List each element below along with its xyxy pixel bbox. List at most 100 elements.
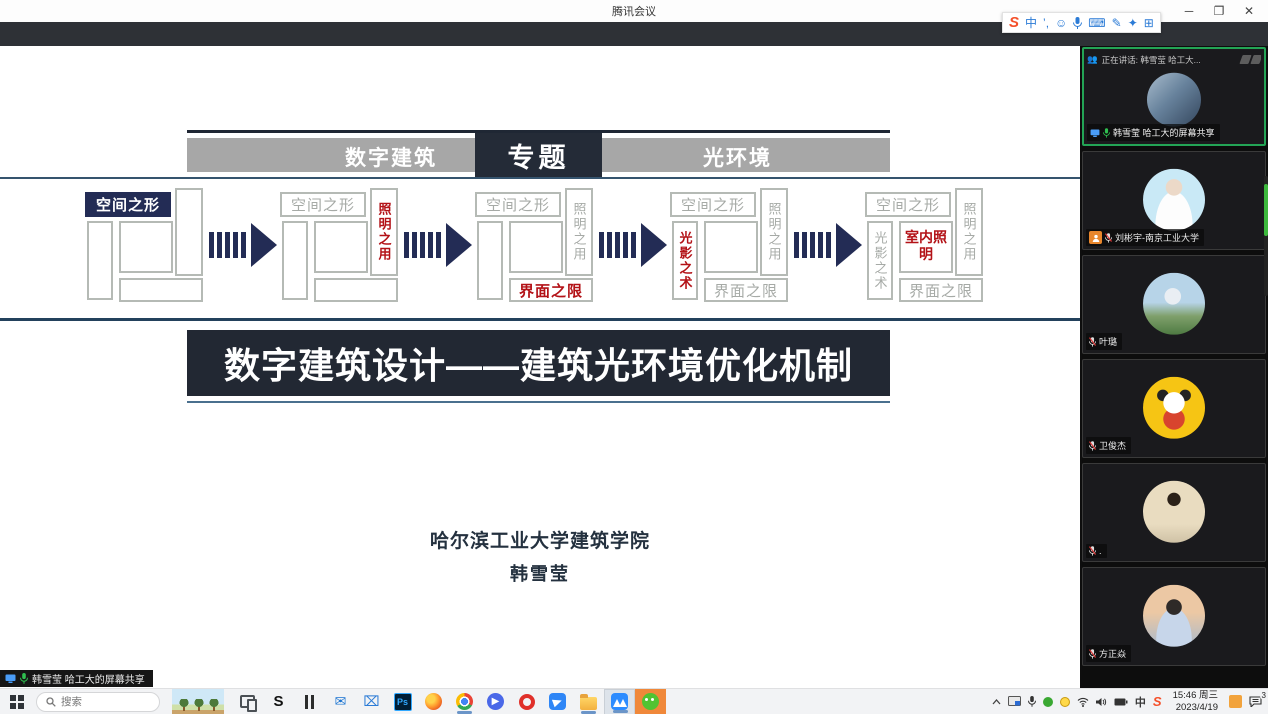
box-lighting-use: 照明之用 (370, 188, 398, 276)
emoji-icon[interactable]: ☺ (1055, 17, 1067, 29)
tray-mic-icon[interactable] (1028, 696, 1036, 707)
participant-name: 方正焱 (1099, 647, 1126, 660)
clock-date: 2023/4/19 (1173, 702, 1218, 714)
mic-muted-icon (1089, 546, 1096, 556)
app-this-pc[interactable]: ⌧ (356, 689, 387, 714)
tab-digital-architecture: 数字建筑 (345, 142, 437, 172)
flow-arrow (404, 223, 472, 267)
punctuation-toggle-icon[interactable]: ’, (1043, 17, 1049, 29)
tray-battery-icon[interactable] (1114, 698, 1128, 706)
thunder-icon: ▶ (487, 693, 504, 710)
tab-special-topic-active: 专题 (475, 133, 602, 178)
app-tim[interactable] (542, 689, 573, 714)
app-opera[interactable] (511, 689, 542, 714)
tab-light-environment: 光环境 (703, 142, 772, 172)
app-chrome[interactable] (449, 689, 480, 714)
meeting-logo-icon (1241, 55, 1261, 64)
diagram-stage-2: 空间之形 照明之用 (280, 188, 400, 302)
notification-center-icon[interactable]: 3 (1249, 696, 1262, 707)
participant-name: . (1099, 546, 1102, 556)
tray-volume-icon[interactable] (1096, 697, 1107, 707)
box-empty (477, 221, 503, 300)
minimize-button[interactable]: ─ (1174, 0, 1204, 22)
participant-name: 卫俊杰 (1099, 439, 1126, 452)
task-view-icon (240, 695, 255, 708)
voice-input-icon[interactable] (1073, 17, 1082, 29)
box-interface-limit: 界面之限 (509, 278, 593, 302)
participant-tile[interactable]: 卫俊杰 (1082, 359, 1266, 458)
participant-tile[interactable]: 刘彬宇-南京工业大学 (1082, 151, 1266, 250)
box-space-form: 空间之形 (280, 192, 366, 217)
app-thunder[interactable]: ▶ (480, 689, 511, 714)
tray-ime-lang-icon[interactable]: 中 (1135, 694, 1146, 710)
soft-keyboard-icon[interactable]: ⌨ (1088, 17, 1105, 29)
slide-title: 数字建筑设计——建筑光环境优化机制 (224, 337, 853, 389)
app-wechat[interactable] (635, 689, 666, 714)
app-tencent-meeting[interactable] (604, 689, 635, 714)
participant-tile[interactable]: . (1082, 463, 1266, 562)
diagram-stage-4: 空间之形 光影之术 照明之用 界面之限 (670, 188, 790, 302)
avatar (1143, 272, 1205, 334)
participant-tile[interactable]: 叶璐 (1082, 255, 1266, 354)
box-light-shadow-art: 光影之术 (867, 221, 893, 300)
avatar (1147, 72, 1201, 126)
sidebar-scrollbar-thumb[interactable] (1264, 184, 1268, 236)
participant-name: 刘彬宇-南京工业大学 (1115, 231, 1199, 244)
widgets-weather-button[interactable] (172, 689, 224, 714)
participant-tile-presenter[interactable]: 👥 正在讲话: 韩雪莹 哈工大... 韩雪莹 哈工大的屏幕共享 (1082, 47, 1266, 146)
sharex-icon: S (270, 693, 288, 711)
app-sharex[interactable]: S (263, 689, 294, 714)
task-view-button[interactable] (232, 689, 263, 714)
box-empty (119, 278, 203, 302)
diagram-stage-3: 空间之形 照明之用 界面之限 (475, 188, 595, 302)
tencent-meeting-icon (611, 693, 628, 710)
taskbar-search[interactable] (36, 692, 160, 712)
box-empty (509, 221, 563, 273)
tray-orange-app-icon[interactable] (1229, 695, 1242, 708)
tray-sogou-icon[interactable]: S (1153, 694, 1162, 709)
box-empty (314, 221, 368, 273)
toolbox-icon[interactable]: ⊞ (1144, 17, 1154, 29)
tray-wechat-icon[interactable] (1043, 697, 1053, 707)
flow-arrow (794, 223, 862, 267)
tray-expand-icon[interactable] (992, 699, 1001, 705)
maximize-button[interactable]: ❐ (1204, 0, 1234, 22)
photoshop-icon: Ps (394, 693, 412, 711)
search-input[interactable] (61, 696, 141, 708)
speaking-banner: 正在讲话: 韩雪莹 哈工大... (1102, 54, 1201, 66)
box-light-shadow-art: 光影之术 (672, 221, 698, 300)
app-pause[interactable] (294, 689, 325, 714)
participant-tile[interactable]: 方正焱 (1082, 567, 1266, 666)
app-firefox[interactable] (418, 689, 449, 714)
language-toggle-icon[interactable]: 中 (1025, 17, 1037, 29)
avatar (1143, 584, 1205, 646)
mic-on-icon (1103, 128, 1110, 138)
mic-muted-icon (1089, 441, 1096, 451)
app-file-explorer[interactable] (573, 689, 604, 714)
tray-battery-saver-icon[interactable] (1060, 697, 1070, 707)
divider-top (0, 177, 1080, 179)
system-tray: 中 S 15:46 周三 2023/4/19 3 (992, 690, 1268, 714)
handwriting-icon[interactable]: ✎ (1112, 17, 1122, 29)
flow-arrow (599, 223, 667, 267)
windows-logo-icon (10, 695, 24, 709)
tray-wifi-icon[interactable] (1077, 697, 1089, 707)
skin-icon[interactable]: ✦ (1128, 17, 1138, 29)
start-button[interactable] (0, 689, 34, 714)
box-interface-limit: 界面之限 (899, 278, 983, 302)
tim-icon (549, 693, 566, 710)
sogou-logo-icon[interactable]: S (1009, 14, 1019, 31)
box-space-form: 空间之形 (85, 192, 171, 217)
firefox-icon (425, 693, 442, 710)
box-empty (87, 221, 113, 300)
app-mail[interactable]: ✉ (325, 689, 356, 714)
speaker-icon: 👥 (1087, 54, 1098, 65)
window-title: 腾讯会议 (612, 3, 656, 19)
wechat-icon (642, 693, 659, 710)
clock[interactable]: 15:46 周三 2023/4/19 (1173, 690, 1218, 714)
share-pill-label: 韩雪莹 哈工大的屏幕共享 (32, 671, 145, 686)
close-button[interactable]: ✕ (1234, 0, 1264, 22)
app-photoshop[interactable]: Ps (387, 689, 418, 714)
shared-slide: 数字建筑 光环境 专题 空间之形 空间之形 照明之用 空间之形 照明之用 界面之… (0, 46, 1080, 688)
tray-display-icon[interactable] (1008, 696, 1021, 707)
